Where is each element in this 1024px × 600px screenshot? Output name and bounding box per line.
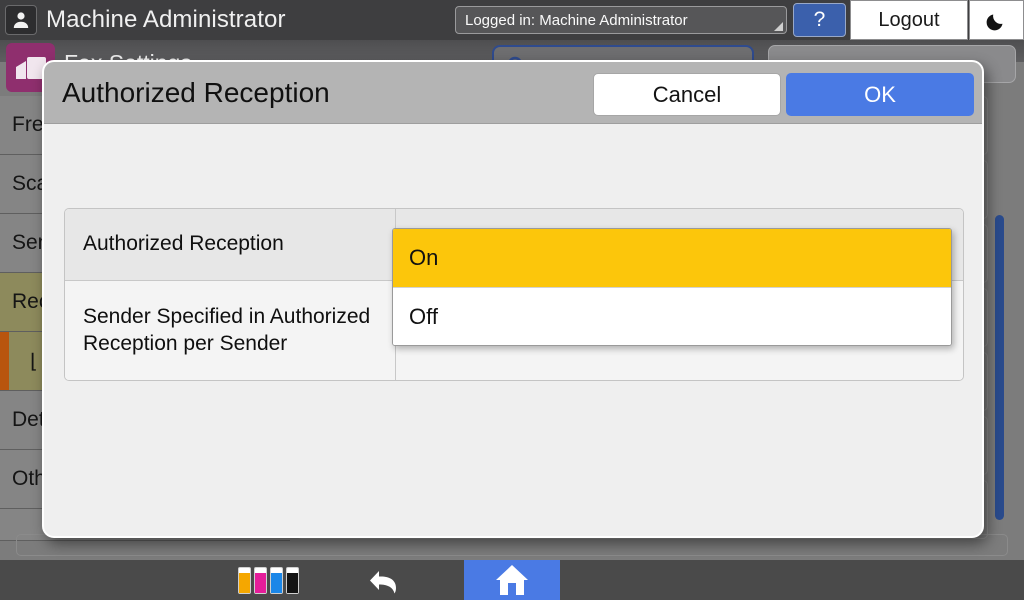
ok-button[interactable]: OK: [786, 73, 974, 116]
top-bar: Machine Administrator Logged in: Machine…: [0, 0, 1024, 40]
login-status[interactable]: Logged in: Machine Administrator: [455, 6, 787, 34]
toner-cyan: [270, 567, 283, 594]
dialog-header: Authorized Reception Cancel OK: [44, 62, 982, 124]
home-icon[interactable]: [464, 560, 560, 600]
toner-black: [286, 567, 299, 594]
toner-yellow: [238, 567, 251, 594]
dropdown-option-label: On: [409, 245, 439, 270]
toner-level-indicator[interactable]: [238, 567, 299, 594]
dialog-body: Authorized Reception Sender Specified in…: [44, 124, 982, 536]
toner-magenta: [254, 567, 267, 594]
user-icon: [5, 5, 37, 35]
dialog-title: Authorized Reception: [62, 77, 330, 108]
dropdown-option-label: Off: [409, 303, 438, 329]
resize-handle-icon: [774, 22, 783, 31]
authorized-reception-dialog: Authorized Reception Cancel OK Authorize…: [42, 60, 984, 538]
vertical-scrollbar[interactable]: [995, 215, 1004, 520]
cancel-button[interactable]: Cancel: [593, 73, 781, 116]
undo-arrow-icon[interactable]: [355, 564, 415, 597]
topbar-title: Machine Administrator: [46, 6, 286, 33]
authorized-reception-dropdown: On Off: [392, 228, 952, 346]
bottom-bar: [0, 560, 1024, 600]
login-status-label: Logged in: Machine Administrator: [465, 11, 688, 29]
dropdown-option-off[interactable]: Off: [393, 287, 951, 345]
dropdown-option-on[interactable]: On: [393, 229, 951, 287]
setting-label: Authorized Reception: [83, 232, 284, 256]
screen-root: Fax Settings Frequently Used Settings Sc…: [0, 0, 1024, 600]
setting-label: Sender Specified in Authorized Reception…: [83, 305, 371, 355]
moon-icon[interactable]: [969, 0, 1024, 40]
logout-button[interactable]: Logout: [850, 0, 968, 40]
help-button[interactable]: ?: [793, 3, 846, 37]
